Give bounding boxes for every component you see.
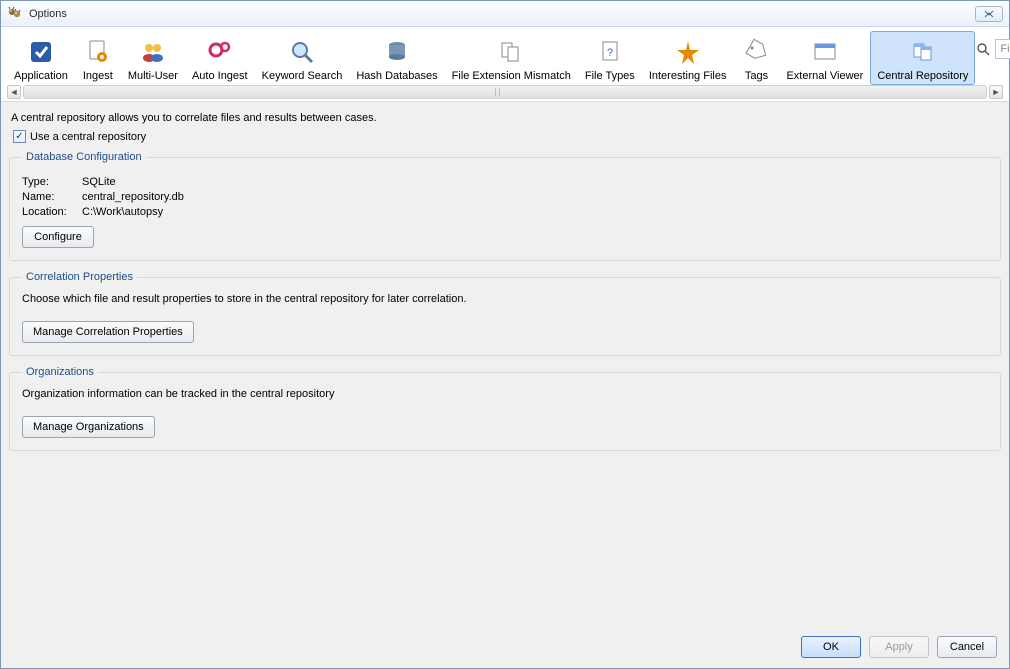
correlation-properties-group: Correlation Properties Choose which file… (9, 271, 1001, 356)
toolbar-item-label: File Extension Mismatch (452, 70, 571, 82)
correlation-properties-legend: Correlation Properties (22, 271, 137, 283)
toolbar-item-label: Hash Databases (356, 70, 437, 82)
db-location-label: Location: (22, 206, 82, 218)
toolbar-item-keyword-search[interactable]: Keyword Search (255, 31, 350, 85)
checkmark-square-icon (25, 36, 57, 68)
scroll-right-icon[interactable]: ► (989, 85, 1003, 99)
gears-icon (204, 36, 236, 68)
files-icon (495, 36, 527, 68)
dialog-footer: OK Apply Cancel (1, 632, 1009, 668)
magnifier-icon (286, 36, 318, 68)
options-window: Options Application Ingest Multi-User Auto … (0, 0, 1010, 669)
content-area: A central repository allows you to corre… (1, 101, 1009, 632)
toolbar-item-interesting-files[interactable]: Interesting Files (642, 31, 734, 85)
toolbar-item-auto-ingest[interactable]: Auto Ingest (185, 31, 255, 85)
configure-button[interactable]: Configure (22, 226, 94, 248)
database-icon (381, 36, 413, 68)
files-stack-icon (907, 36, 939, 68)
close-button[interactable] (975, 6, 1003, 22)
cancel-button[interactable]: Cancel (937, 636, 997, 658)
organizations-desc: Organization information can be tracked … (22, 388, 988, 400)
use-central-repo-label: Use a central repository (30, 131, 146, 143)
toolbar-item-hash-databases[interactable]: Hash Databases (349, 31, 444, 85)
toolbar-item-label: Multi-User (128, 70, 178, 82)
page-gear-icon (82, 36, 114, 68)
toolbar-item-application[interactable]: Application (7, 31, 75, 85)
svg-text:?: ? (607, 47, 613, 59)
database-configuration-legend: Database Configuration (22, 151, 146, 163)
toolbar-item-file-extension-mismatch[interactable]: File Extension Mismatch (445, 31, 578, 85)
toolbar-item-label: Central Repository (877, 70, 968, 82)
scroll-track[interactable] (23, 85, 987, 99)
apply-button[interactable]: Apply (869, 636, 929, 658)
window-title: Options (29, 8, 975, 20)
organizations-group: Organizations Organization information c… (9, 366, 1001, 451)
scroll-left-icon[interactable]: ◄ (7, 85, 21, 99)
db-name-value: central_repository.db (82, 191, 184, 203)
database-configuration-group: Database Configuration Type: SQLite Name… (9, 151, 1001, 261)
toolbar-item-label: File Types (585, 70, 635, 82)
toolbar-item-central-repository[interactable]: Central Repository (870, 31, 975, 85)
toolbar: Application Ingest Multi-User Auto Ingest Ke… (1, 27, 1009, 85)
star-icon (672, 36, 704, 68)
toolbar-scrollbar[interactable]: ◄ ► (1, 85, 1009, 101)
toolbar-item-tags[interactable]: Tags (733, 31, 779, 85)
toolbar-item-label: Tags (745, 70, 768, 82)
manage-correlation-properties-button[interactable]: Manage Correlation Properties (22, 321, 194, 343)
file-question-icon: ? (594, 36, 626, 68)
toolbar-item-label: Auto Ingest (192, 70, 248, 82)
ok-button[interactable]: OK (801, 636, 861, 658)
toolbar-item-file-types[interactable]: ? File Types (578, 31, 642, 85)
organizations-legend: Organizations (22, 366, 98, 378)
toolbar-item-label: Ingest (83, 70, 113, 82)
toolbar-item-label: Keyword Search (262, 70, 343, 82)
toolbar-item-label: Application (14, 70, 68, 82)
filter-input[interactable] (995, 39, 1010, 59)
users-icon (137, 36, 169, 68)
toolbar-item-external-viewer[interactable]: External Viewer (779, 31, 870, 85)
titlebar: Options (1, 1, 1009, 27)
window-icon (809, 36, 841, 68)
search-icon (975, 41, 991, 57)
app-icon (7, 6, 23, 22)
correlation-properties-desc: Choose which file and result properties … (22, 293, 988, 305)
tag-icon (740, 36, 772, 68)
toolbar-item-label: Interesting Files (649, 70, 727, 82)
db-type-value: SQLite (82, 176, 116, 188)
intro-text: A central repository allows you to corre… (11, 112, 1001, 124)
toolbar-item-ingest[interactable]: Ingest (75, 31, 121, 85)
db-name-label: Name: (22, 191, 82, 203)
toolbar-item-multi-user[interactable]: Multi-User (121, 31, 185, 85)
db-location-value: C:\Work\autopsy (82, 206, 163, 218)
manage-organizations-button[interactable]: Manage Organizations (22, 416, 155, 438)
toolbar-item-label: External Viewer (786, 70, 863, 82)
db-type-label: Type: (22, 176, 82, 188)
use-central-repo-checkbox[interactable]: ✓ (13, 130, 26, 143)
